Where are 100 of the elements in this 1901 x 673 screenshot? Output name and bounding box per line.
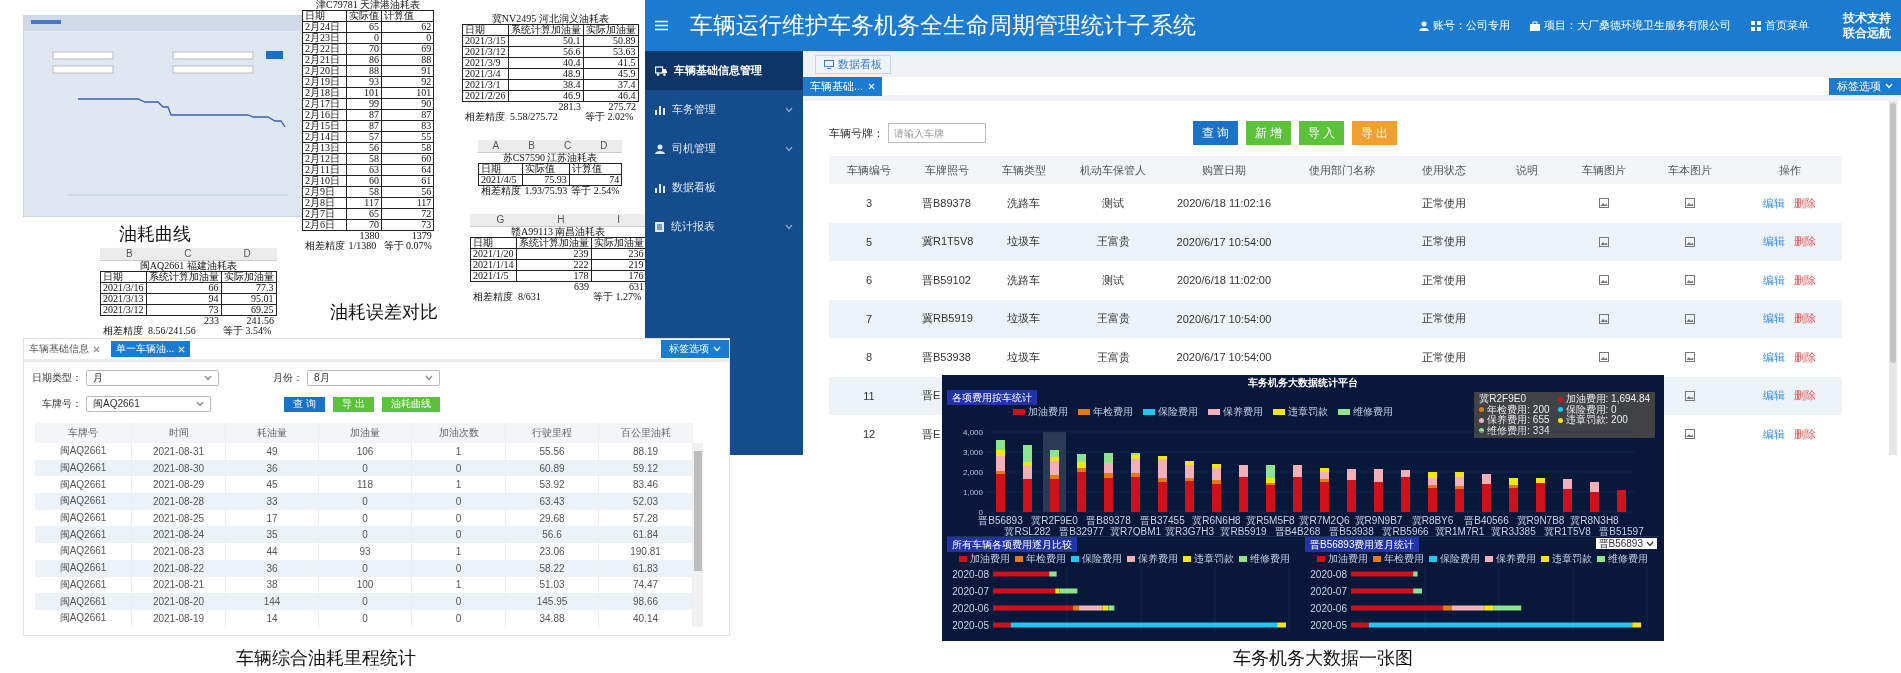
table-cell: 61 [381, 175, 434, 187]
table-cell: 59.12 [599, 459, 693, 477]
table-cell: 65 [346, 208, 382, 220]
table-cell: 2021/1/5 [470, 270, 517, 282]
edit-link[interactable]: 编辑 [1763, 195, 1785, 211]
table-cell: 等于 2.54% [569, 185, 622, 196]
dashboard-title: 车务机务大数据统计平台 [1248, 376, 1358, 390]
axis-label: 0 [978, 508, 983, 517]
legend-label: 违章罚款 [1288, 404, 1328, 419]
table-cell: 2021/2/26 [462, 90, 509, 102]
briefcase-icon [1530, 20, 1540, 31]
action-button[interactable]: 油耗曲线 [382, 396, 440, 412]
table-cell: 正常使用 [1421, 349, 1466, 365]
support-label: 技术支持 [1843, 10, 1891, 26]
bar-chart-icon [655, 182, 665, 193]
table-cell: 2021-08-22 [132, 559, 226, 577]
legend-label: 保养费用 [1223, 404, 1263, 419]
plate-input-field[interactable]: 请输入车牌 [888, 123, 986, 143]
axis-label: 冀R7QBM1 [1109, 526, 1162, 536]
table-cell: 75.93 [522, 174, 570, 186]
delete-link[interactable]: 删除 [1794, 349, 1816, 365]
table-cell: 66 [146, 282, 222, 294]
column-letter: A [492, 140, 500, 152]
axis-label: 冀R9N9B7 [1354, 515, 1403, 526]
table-cell: 2月11日 [302, 164, 347, 176]
monitor-icon [824, 59, 834, 69]
table-cell: 2月16日 [302, 109, 347, 121]
table-cell: 50.1 [508, 35, 584, 47]
table-cell-text: 等于 1.27% [592, 292, 643, 302]
table-cell: 70 [346, 219, 382, 231]
export-button[interactable]: 导 出 [1352, 121, 1397, 145]
dashboard-tab[interactable]: 数据看板 [815, 54, 891, 74]
scrollbar[interactable] [693, 443, 703, 627]
edit-link[interactable]: 编辑 [1763, 311, 1785, 327]
action-button[interactable]: 导 入 [1299, 121, 1344, 145]
table-cell: 48.9 [508, 68, 584, 80]
delete-link[interactable]: 删除 [1794, 195, 1816, 211]
table-cell: 77.3 [221, 282, 277, 294]
edit-link[interactable]: 编辑 [1763, 426, 1785, 442]
column-letter: C [184, 248, 192, 260]
panel-title: 晋B56893费用逐月统计 [1305, 537, 1420, 552]
table-cell: 0 [319, 526, 412, 544]
sidebar-item[interactable]: 司机管理 [645, 129, 803, 168]
edit-link[interactable]: 编辑 [1763, 349, 1785, 365]
scrollbar[interactable] [1889, 101, 1897, 455]
tab[interactable]: 车辆基础信息 [24, 341, 105, 357]
column-header: 加油量 [319, 423, 412, 443]
tab-options-button[interactable]: 标签选项 [1829, 77, 1901, 95]
home-menu-link[interactable]: 首页菜单 [1765, 18, 1809, 33]
sidebar-item[interactable]: 数据看板 [645, 168, 803, 207]
edit-link[interactable]: 编辑 [1763, 388, 1785, 404]
table-cell: 1380 [346, 230, 382, 241]
action-button[interactable]: 新 增 [1246, 121, 1291, 145]
sidebar-item[interactable]: 统计报表 [645, 207, 803, 246]
delete-link[interactable]: 删除 [1794, 426, 1816, 442]
delete-link[interactable]: 删除 [1794, 234, 1816, 250]
edit-link[interactable]: 编辑 [1763, 234, 1785, 250]
table-cell: 2月7日 [302, 208, 347, 220]
menu-icon [655, 20, 668, 31]
table-cell: 闽AQ2661 [35, 543, 132, 560]
vehicle-dropdown[interactable]: 晋B56893 [1595, 538, 1657, 549]
column-header: 车辆类型 [1000, 162, 1047, 178]
table-cell: 94 [146, 293, 222, 305]
table-cell: 2021/3/16 [100, 282, 147, 294]
project-label: 项目：大厂桑德环境卫生服务有限公司 [1544, 18, 1731, 33]
table-cell: 2021/4/5 [478, 174, 523, 186]
axis-label: 3,000 [962, 448, 983, 457]
action-button[interactable]: 导 出 [333, 396, 374, 412]
dropdown[interactable]: 闽AQ2661 [86, 396, 212, 412]
tab[interactable]: 单一车辆油... [111, 341, 191, 357]
dropdown[interactable]: 8月 [307, 370, 440, 386]
axis-label: 晋B89378 [1086, 515, 1131, 526]
delete-link[interactable]: 删除 [1794, 388, 1816, 404]
tab-options-button[interactable]: 标签选项 [661, 340, 729, 358]
table-cell: 92 [381, 76, 434, 88]
edit-link[interactable]: 编辑 [1763, 272, 1785, 288]
table-cell: 0 [412, 593, 506, 610]
close-icon [868, 82, 876, 90]
legend-label: 维修费用 [1353, 404, 1393, 419]
table-cell: 46.9 [508, 90, 584, 102]
filter-label: 月份： [272, 371, 304, 385]
sidebar-item[interactable]: 车辆基础信息管理 [645, 51, 803, 90]
table-cell: 88 [381, 54, 434, 66]
legend-label: 维修费用 [1249, 551, 1290, 566]
table-cell: 0 [319, 493, 412, 510]
axis-label: 冀R7M2Q6 [1299, 515, 1350, 526]
table-cell: 2021/1/14 [470, 259, 517, 271]
axis-label: 冀R2F9E0 [1031, 515, 1078, 526]
dropdown[interactable]: 月 [86, 370, 219, 386]
delete-link[interactable]: 删除 [1794, 272, 1816, 288]
table-cell: 2021-08-31 [132, 443, 226, 460]
table-cell: 145.95 [506, 593, 599, 610]
query-button[interactable]: 查 询 [1193, 121, 1238, 145]
stacked-bar-drawing [993, 571, 1057, 577]
axis-label: 冀R3J385 [1491, 526, 1536, 536]
query-button[interactable]: 查 询 [284, 396, 326, 412]
delete-link[interactable]: 删除 [1794, 311, 1816, 327]
table-cell-text: 等于 3.54% [222, 326, 273, 336]
table-cell: 56 [381, 186, 434, 198]
sidebar-item[interactable]: 车务管理 [645, 90, 803, 129]
